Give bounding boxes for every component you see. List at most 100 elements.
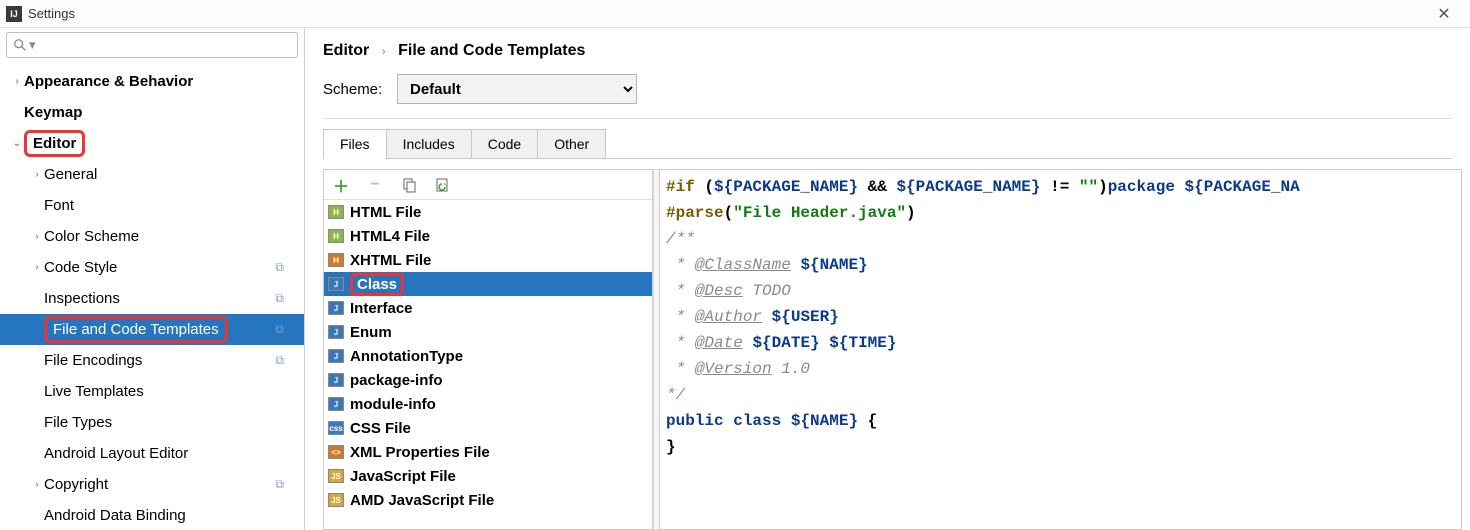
nav-item-label: File Encodings bbox=[44, 352, 142, 369]
nav-item-label: General bbox=[44, 166, 97, 183]
template-item-interface[interactable]: J Interface bbox=[324, 296, 652, 320]
chevron-icon: › bbox=[30, 479, 44, 490]
file-type-icon: H bbox=[328, 205, 344, 219]
nav-item-copyright[interactable]: ›Copyright ⧉ bbox=[0, 469, 304, 500]
template-item-amd-javascript-file[interactable]: JSAMD JavaScript File bbox=[324, 488, 652, 512]
template-item-package-info[interactable]: Jpackage-info bbox=[324, 368, 652, 392]
template-item-xml-properties-file[interactable]: <>XML Properties File bbox=[324, 440, 652, 464]
file-type-icon: J bbox=[328, 325, 344, 339]
template-item-label: AnnotationType bbox=[350, 348, 463, 365]
nav-item-code-style[interactable]: ›Code Style⧉ bbox=[0, 252, 304, 283]
file-type-icon: J bbox=[328, 301, 344, 315]
scope-icon: ⧉ bbox=[275, 477, 284, 492]
template-item-label: Class bbox=[350, 273, 404, 296]
scheme-select[interactable]: Default bbox=[397, 74, 637, 104]
nav-item-inspections[interactable]: Inspections ⧉ bbox=[0, 283, 304, 314]
nav-item-file-and-code-templates[interactable]: File and Code Templates ⧉ bbox=[0, 314, 304, 345]
file-type-icon: J bbox=[328, 349, 344, 363]
file-type-icon: J bbox=[328, 373, 344, 387]
titlebar: IJ Settings ✕ bbox=[0, 0, 1470, 28]
search-input[interactable]: ▾ bbox=[6, 32, 298, 58]
file-type-icon: <> bbox=[328, 445, 344, 459]
tab-code[interactable]: Code bbox=[471, 129, 538, 158]
template-tabs: FilesIncludesCodeOther bbox=[323, 129, 1452, 159]
nav-item-file-encodings[interactable]: File Encodings ⧉ bbox=[0, 345, 304, 376]
nav-item-file-types[interactable]: File Types bbox=[0, 407, 304, 438]
nav-item-live-templates[interactable]: Live Templates bbox=[0, 376, 304, 407]
template-item-label: CSS File bbox=[350, 420, 411, 437]
file-type-icon: H bbox=[328, 229, 344, 243]
nav-item-label: Editor bbox=[24, 130, 85, 157]
tab-includes[interactable]: Includes bbox=[386, 129, 472, 158]
breadcrumb-root: Editor bbox=[323, 42, 369, 59]
nav-item-label: Android Data Binding bbox=[44, 507, 186, 524]
nav-item-label: File and Code Templates bbox=[44, 316, 228, 343]
chevron-icon: ⌄ bbox=[10, 138, 24, 149]
remove-icon[interactable]: − bbox=[366, 176, 384, 194]
search-icon bbox=[13, 38, 27, 52]
template-item-annotationtype[interactable]: J AnnotationType bbox=[324, 344, 652, 368]
template-item-module-info[interactable]: Jmodule-info bbox=[324, 392, 652, 416]
scheme-label: Scheme: bbox=[323, 81, 397, 98]
settings-tree: ›Appearance & BehaviorKeymap⌄Editor›Gene… bbox=[0, 64, 304, 530]
nav-item-editor[interactable]: ⌄Editor bbox=[0, 128, 304, 159]
template-item-html-file[interactable]: H HTML File bbox=[324, 200, 652, 224]
settings-content: Editor › File and Code Templates Scheme:… bbox=[305, 28, 1470, 530]
scope-icon: ⧉ bbox=[275, 322, 284, 337]
template-item-label: Interface bbox=[350, 300, 413, 317]
nav-item-keymap[interactable]: Keymap bbox=[0, 97, 304, 128]
template-item-class[interactable]: J Class bbox=[324, 272, 652, 296]
template-item-label: HTML4 File bbox=[350, 228, 430, 245]
add-icon[interactable]: ＋ bbox=[332, 176, 350, 194]
tab-files[interactable]: Files bbox=[323, 129, 387, 158]
template-item-css-file[interactable]: css CSS File bbox=[324, 416, 652, 440]
chevron-icon: › bbox=[30, 231, 44, 242]
chevron-right-icon: › bbox=[374, 44, 394, 58]
nav-item-general[interactable]: ›General bbox=[0, 159, 304, 190]
nav-item-label: Copyright bbox=[44, 476, 108, 493]
nav-item-android-data-binding[interactable]: Android Data Binding bbox=[0, 500, 304, 530]
template-item-label: module-info bbox=[350, 396, 436, 413]
close-icon[interactable]: ✕ bbox=[1424, 4, 1464, 24]
chevron-icon: › bbox=[30, 169, 44, 180]
scope-icon: ⧉ bbox=[275, 353, 284, 368]
template-item-javascript-file[interactable]: JS JavaScript File bbox=[324, 464, 652, 488]
template-editor[interactable]: #if (${PACKAGE_NAME} && ${PACKAGE_NAME} … bbox=[659, 169, 1462, 530]
nav-item-label: Inspections bbox=[44, 290, 120, 307]
template-item-enum[interactable]: J Enum bbox=[324, 320, 652, 344]
tab-other[interactable]: Other bbox=[537, 129, 606, 158]
copy-icon[interactable] bbox=[400, 176, 418, 194]
breadcrumb: Editor › File and Code Templates bbox=[305, 28, 1470, 70]
template-item-label: JavaScript File bbox=[350, 468, 456, 485]
settings-sidebar: ▾ ›Appearance & BehaviorKeymap⌄Editor›Ge… bbox=[0, 28, 305, 530]
refresh-icon[interactable] bbox=[434, 176, 452, 194]
nav-item-font[interactable]: Font bbox=[0, 190, 304, 221]
nav-item-label: File Types bbox=[44, 414, 112, 431]
nav-item-label: Android Layout Editor bbox=[44, 445, 188, 462]
template-item-html4-file[interactable]: H HTML4 File bbox=[324, 224, 652, 248]
file-type-icon: J bbox=[328, 277, 344, 291]
scope-icon: ⧉ bbox=[275, 291, 284, 306]
template-item-label: XHTML File bbox=[350, 252, 431, 269]
app-icon: IJ bbox=[6, 6, 22, 22]
nav-item-label: Keymap bbox=[24, 104, 82, 121]
nav-item-label: Font bbox=[44, 197, 74, 214]
template-item-label: package-info bbox=[350, 372, 443, 389]
template-item-xhtml-file[interactable]: HXHTML File bbox=[324, 248, 652, 272]
template-item-label: HTML File bbox=[350, 204, 421, 221]
chevron-icon: › bbox=[10, 76, 24, 87]
template-list-panel: ＋ − H HTML File H HTML4 File HXHTML File J Cla… bbox=[323, 169, 653, 530]
nav-item-appearance-behavior[interactable]: ›Appearance & Behavior bbox=[0, 66, 304, 97]
template-list: HHTML FileHHTML4 FileHXHTML FileJClassJI… bbox=[324, 200, 652, 529]
nav-item-label: Code Style bbox=[44, 259, 117, 276]
file-type-icon: css bbox=[328, 421, 344, 435]
nav-item-label: Appearance & Behavior bbox=[24, 73, 193, 90]
nav-item-android-layout-editor[interactable]: Android Layout Editor bbox=[0, 438, 304, 469]
template-item-label: AMD JavaScript File bbox=[350, 492, 494, 509]
template-item-label: Enum bbox=[350, 324, 392, 341]
window-title: Settings bbox=[28, 6, 75, 21]
file-type-icon: JS bbox=[328, 469, 344, 483]
nav-item-label: Color Scheme bbox=[44, 228, 139, 245]
nav-item-color-scheme[interactable]: ›Color Scheme bbox=[0, 221, 304, 252]
scope-icon: ⧉ bbox=[275, 260, 284, 275]
